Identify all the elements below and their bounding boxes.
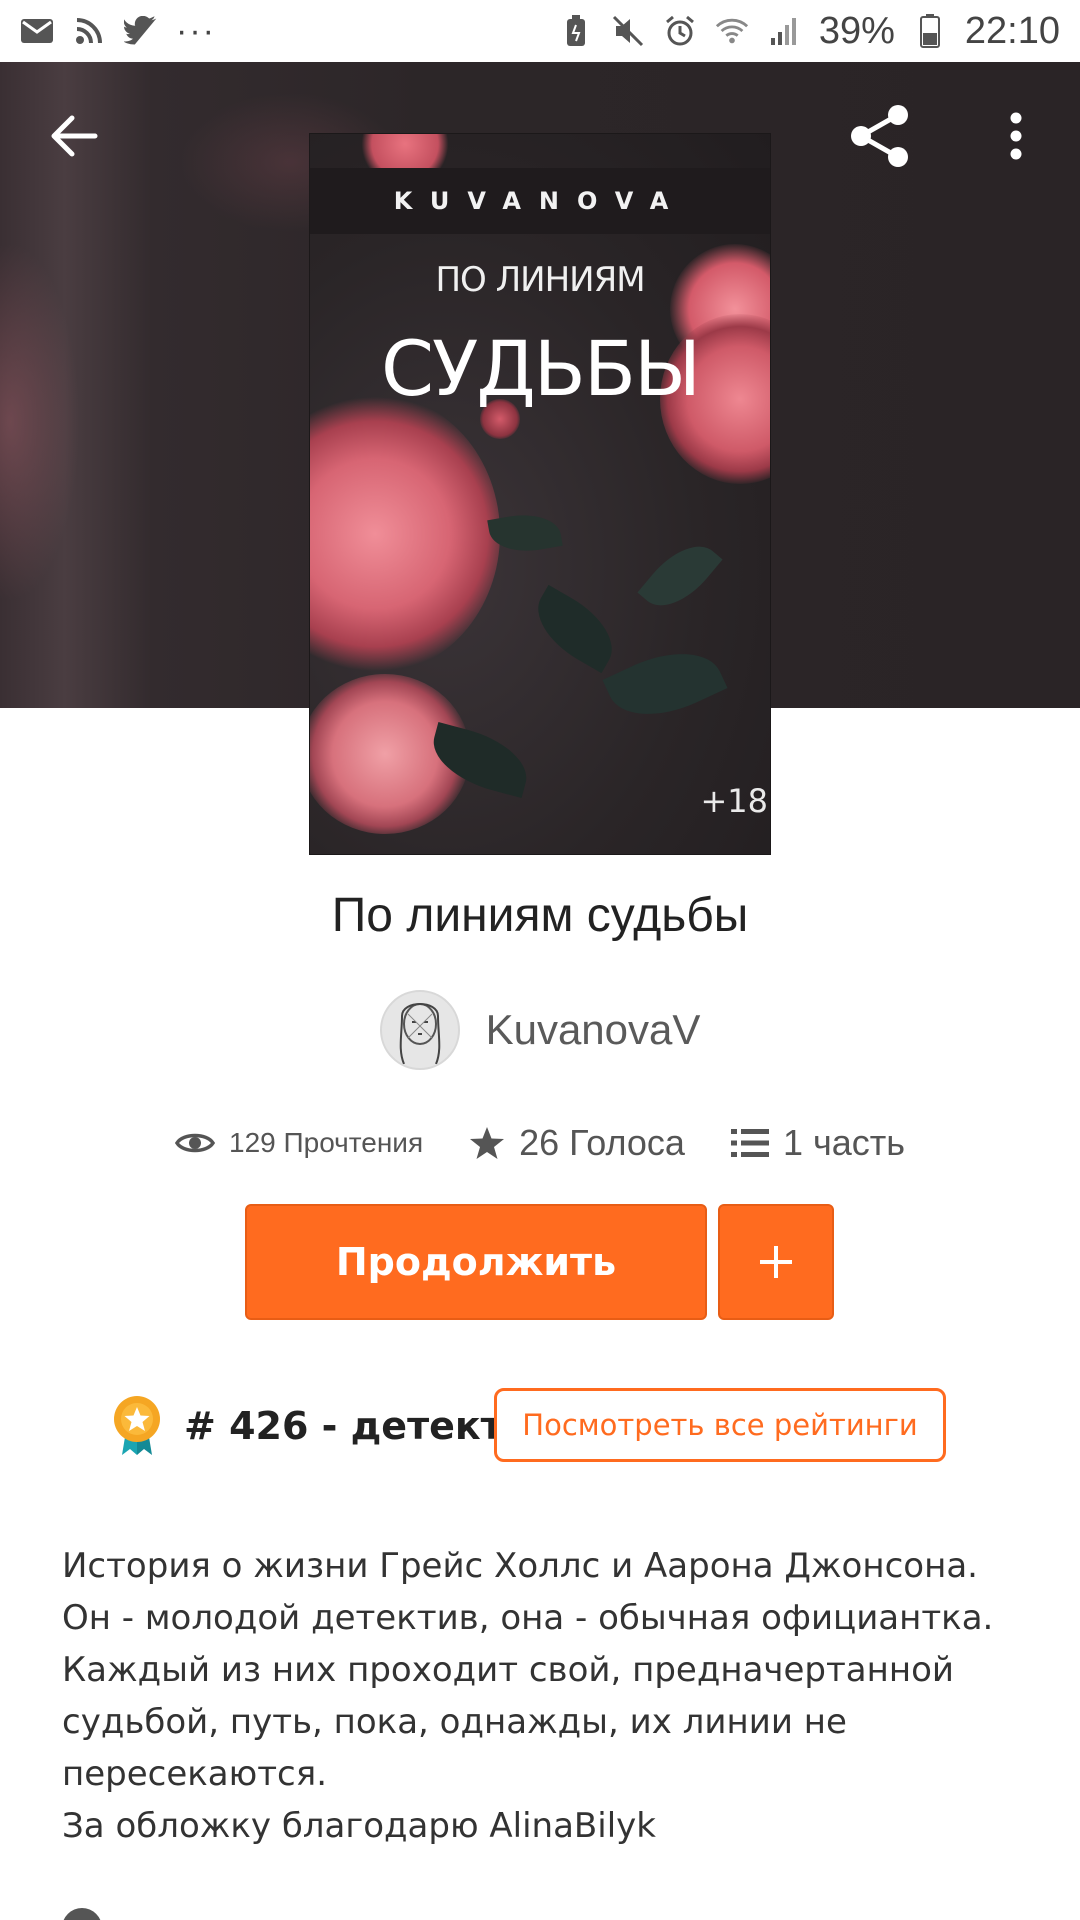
description-line: пересекаются. [62,1754,328,1794]
rss-icon [72,14,106,48]
status-bar: ··· 39% 22:10 [0,0,1080,62]
alarm-icon [663,14,697,48]
mute-icon [611,14,645,48]
author-name[interactable]: KuvanovaV [486,1006,701,1054]
status-right-icons: 39% 22:10 [559,10,1060,53]
description-line: Он - молодой детектив, она - обычная офи… [62,1598,994,1638]
list-icon [730,1129,769,1157]
parts-count[interactable]: 1 часть [783,1122,905,1164]
cover-title: СУДЬБЫ [380,324,701,413]
description-line: судьбой, путь, пока, однажды, их линии н… [62,1702,847,1742]
plus-icon [760,1246,792,1278]
leaf-decoration [602,633,728,735]
book-cover[interactable]: KUVANOVA ПО ЛИНИЯМ СУДЬБЫ +18 [309,133,771,855]
star-icon [470,1127,505,1159]
status-left-icons: ··· [20,12,216,51]
leaf-decoration [637,531,723,621]
story-details-screen: ··· 39% 22:10 KUVANOVA ПО ЛИНИЯМ СУДЬБЫ … [0,0,1080,1920]
reads-count: 129 Прочтения [229,1127,424,1158]
stats-row: 129 Прочтения 26 Голоса 1 часть [0,1118,1080,1168]
header-blur-decoration [0,242,80,602]
clock: 22:10 [964,9,1060,52]
description-line: Каждый из них проходит свой, предначерта… [62,1650,954,1690]
votes-stat: 26 Голоса [469,1122,685,1164]
view-all-rankings-button[interactable]: Посмотреть все рейтинги [494,1388,946,1462]
description-line: За обложку благодарю AlinaBilyk [62,1806,656,1846]
cover-author-band: KUVANOVA [310,168,770,234]
wifi-icon [715,14,749,48]
author-avatar[interactable] [379,990,460,1070]
mail-icon [20,14,54,48]
ranking-row: # 426 - детектив [112,1388,553,1464]
parts-stat[interactable]: 1 часть [730,1122,905,1164]
battery-saver-icon [559,14,593,48]
reads-stat: 129 Прочтения [175,1127,423,1159]
signal-icon [767,14,801,48]
info-icon [62,1908,102,1920]
overflow-notifications: ··· [176,11,216,50]
battery-percentage: 39% [818,9,895,52]
more-vert-icon [1010,112,1022,160]
cover-author: KUVANOVA [393,187,687,215]
back-arrow-icon [51,115,98,157]
share-icon [851,105,908,167]
eye-icon [175,1133,216,1153]
peony-decoration [310,394,500,674]
description-line: История о жизни Грейс Холлс и Аарона Джо… [62,1546,978,1586]
add-to-library-button[interactable] [718,1204,834,1320]
ranking-badge-icon [114,1396,160,1455]
cover-age-rating: +18 [700,782,768,820]
back-button[interactable] [34,96,114,176]
story-description: История о жизни Грейс Холлс и Аарона Джо… [62,1540,1032,1852]
leaf-decoration [523,584,627,674]
story-title: По линиям судьбы [331,889,749,942]
continue-reading-button[interactable]: Продолжить [245,1204,707,1320]
battery-icon [913,14,947,48]
more-options-button[interactable] [976,96,1056,176]
votes-count: 26 Голоса [519,1122,685,1163]
cover-subtitle: ПО ЛИНИЯМ [435,260,645,300]
twitter-icon [124,14,158,48]
share-button[interactable] [840,96,920,176]
author-row[interactable]: KuvanovaV [0,990,1080,1070]
avatar-sketch-icon [399,1003,440,1065]
